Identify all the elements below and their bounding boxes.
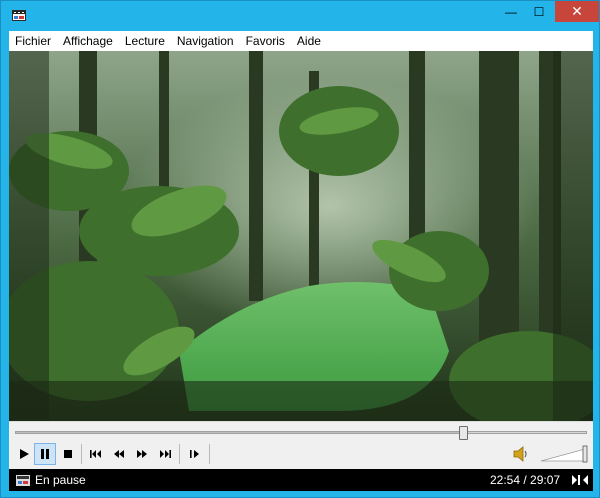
seek-thumb[interactable] xyxy=(459,426,469,440)
skip-back-icon xyxy=(90,450,101,458)
menu-favoris[interactable]: Favoris xyxy=(240,31,291,51)
media-player-window: — ☐ ✕ Fichier Affichage Lecture Navigati… xyxy=(0,0,600,498)
title-bar[interactable]: — ☐ ✕ xyxy=(1,1,599,31)
maximize-button[interactable]: ☐ xyxy=(525,1,553,22)
menu-fichier[interactable]: Fichier xyxy=(9,31,57,51)
video-frame[interactable] xyxy=(9,51,593,421)
play-button[interactable] xyxy=(13,443,35,465)
controls-separator xyxy=(81,444,82,464)
menu-aide[interactable]: Aide xyxy=(291,31,327,51)
fast-forward-icon xyxy=(137,450,147,458)
app-icon xyxy=(16,475,30,486)
volume-icon[interactable] xyxy=(511,444,531,464)
menu-navigation[interactable]: Navigation xyxy=(171,31,240,51)
stop-button[interactable] xyxy=(57,443,79,465)
rewind-button[interactable] xyxy=(108,443,130,465)
app-icon[interactable] xyxy=(11,7,27,23)
controls-separator xyxy=(179,444,180,464)
next-button[interactable] xyxy=(154,443,176,465)
menu-lecture[interactable]: Lecture xyxy=(119,31,171,51)
pause-icon xyxy=(41,449,49,459)
close-button[interactable]: ✕ xyxy=(555,1,599,22)
fast-forward-button[interactable] xyxy=(131,443,153,465)
client-area: Fichier Affichage Lecture Navigation Fav… xyxy=(9,31,593,491)
rewind-icon xyxy=(114,450,124,458)
elapsed-time: 22:54 xyxy=(490,473,521,487)
frame-step-icon xyxy=(190,450,199,458)
skip-forward-icon xyxy=(160,450,171,458)
total-duration: 29:07 xyxy=(530,473,561,487)
previous-button[interactable] xyxy=(85,443,107,465)
status-bar: En pause 22:54 / 29:07 xyxy=(9,469,593,491)
stop-icon xyxy=(64,450,72,458)
playback-controls xyxy=(9,421,593,469)
frame-step-button[interactable] xyxy=(184,443,206,465)
playback-status: En pause xyxy=(35,473,86,487)
volume-thumb[interactable] xyxy=(582,445,588,463)
controls-separator xyxy=(209,444,210,464)
time-display: 22:54 / 29:07 xyxy=(490,473,561,487)
minimize-button[interactable]: — xyxy=(497,1,525,22)
menu-bar: Fichier Affichage Lecture Navigation Fav… xyxy=(9,31,593,51)
volume-slider[interactable] xyxy=(539,444,589,464)
play-icon xyxy=(20,449,29,459)
seek-bar-fill xyxy=(16,432,464,433)
menu-affichage[interactable]: Affichage xyxy=(57,31,119,51)
seek-bar[interactable] xyxy=(15,426,587,440)
renderer-icon[interactable] xyxy=(571,472,589,488)
pause-button[interactable] xyxy=(34,443,56,465)
